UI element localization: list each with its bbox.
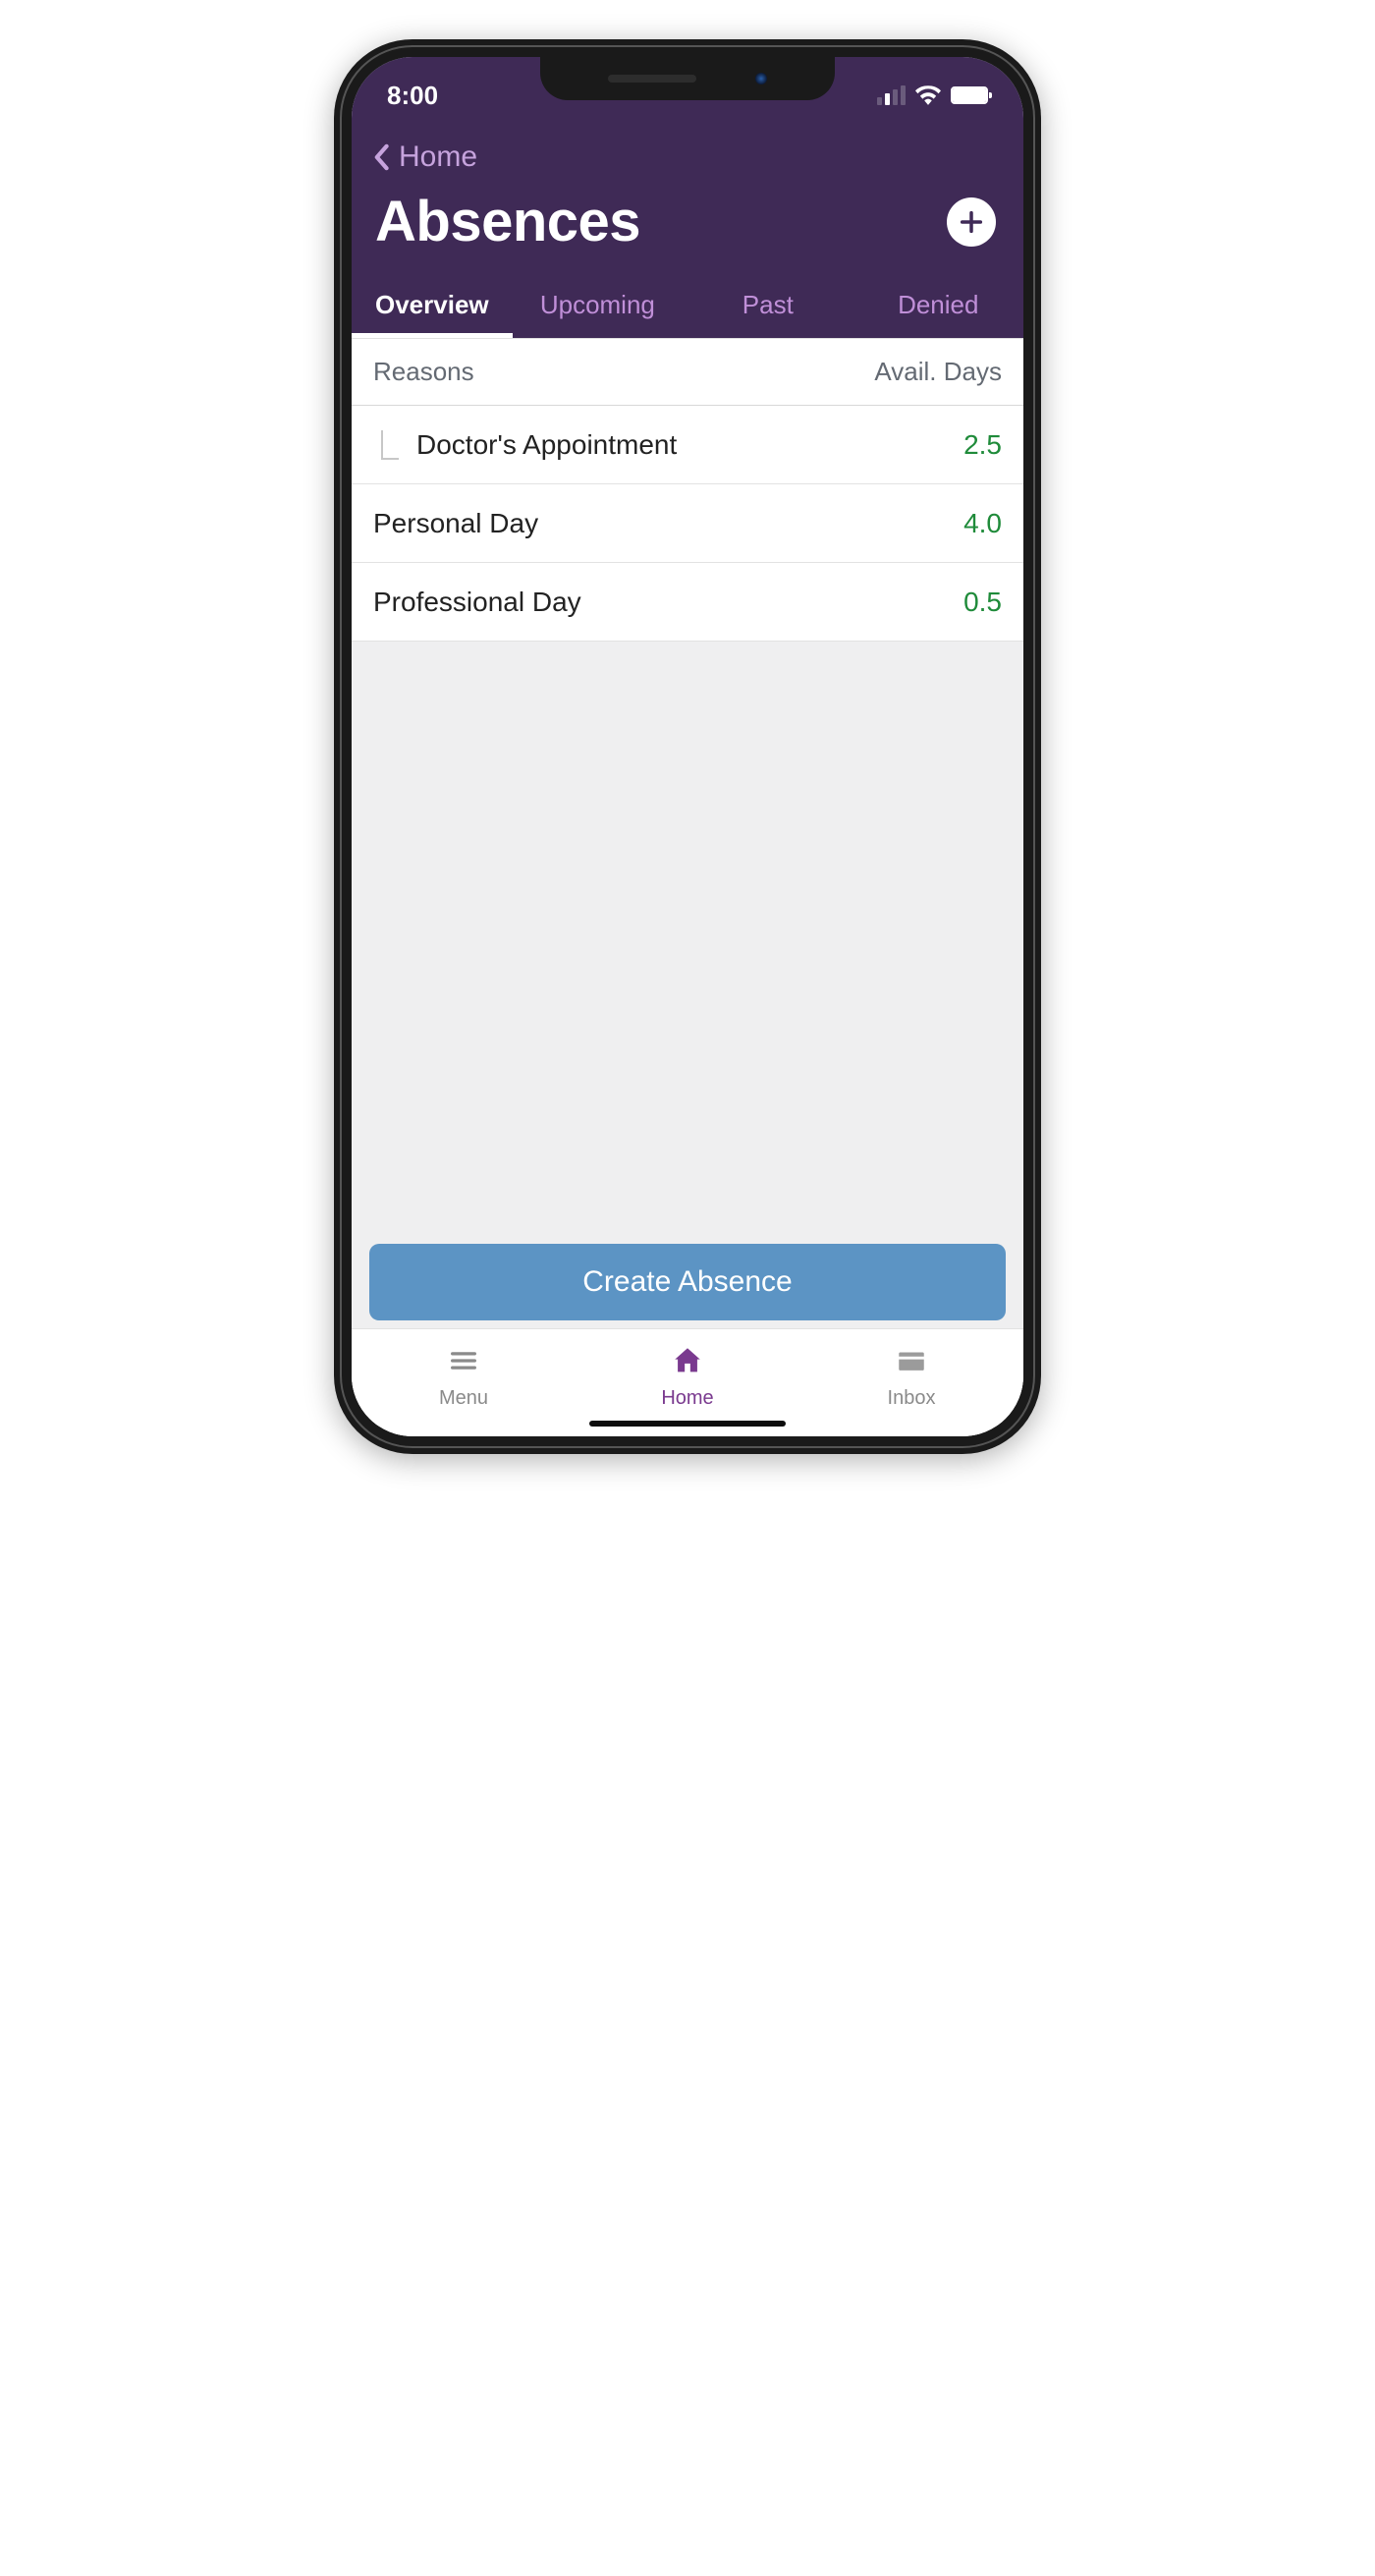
- row-reason: Professional Day: [373, 585, 581, 619]
- back-label: Home: [399, 140, 477, 174]
- phone-frame: 8:00 Home Absences OverviewUpcomingPastD…: [334, 39, 1041, 1454]
- battery-icon: [951, 86, 988, 104]
- add-absence-button[interactable]: [947, 197, 996, 247]
- status-time: 8:00: [387, 81, 438, 111]
- tab-upcoming[interactable]: Upcoming: [513, 278, 683, 338]
- tab-past[interactable]: Past: [683, 278, 852, 338]
- nav-label: Home: [661, 1387, 713, 1410]
- row-value: 2.5: [963, 429, 1002, 461]
- col-header-value: Avail. Days: [874, 357, 1002, 387]
- nav-inbox[interactable]: Inbox: [799, 1329, 1023, 1425]
- row-value: 0.5: [963, 587, 1002, 618]
- spacer: [352, 642, 1023, 1230]
- title-row: Absences: [352, 185, 1023, 262]
- wifi-icon: [915, 85, 941, 105]
- cellular-signal-icon: [877, 85, 906, 105]
- inbox-icon: [893, 1344, 930, 1383]
- table-body: Doctor's Appointment 2.5 Personal Day 4.0 Pr…: [352, 406, 1023, 642]
- front-camera: [755, 73, 767, 84]
- tabs: OverviewUpcomingPastDenied: [352, 262, 1023, 338]
- home-indicator[interactable]: [589, 1421, 786, 1427]
- col-header-reason: Reasons: [373, 357, 474, 387]
- chevron-left-icon: [371, 143, 391, 171]
- row-reason: Doctor's Appointment: [373, 427, 677, 462]
- plus-icon: [958, 208, 985, 236]
- home-icon: [669, 1344, 706, 1383]
- nav-label: Menu: [439, 1387, 488, 1410]
- content-area: Reasons Avail. Days Doctor's Appointment…: [352, 338, 1023, 1436]
- create-button-wrap: Create Absence: [352, 1230, 1023, 1328]
- create-absence-button[interactable]: Create Absence: [369, 1244, 1006, 1320]
- status-indicators: [877, 85, 988, 105]
- notch: [540, 57, 835, 100]
- page-title: Absences: [375, 189, 640, 254]
- table-row[interactable]: Doctor's Appointment 2.5: [352, 406, 1023, 484]
- table-header: Reasons Avail. Days: [352, 338, 1023, 406]
- tab-overview[interactable]: Overview: [352, 278, 513, 338]
- table-row[interactable]: Personal Day 4.0: [352, 484, 1023, 563]
- table-row[interactable]: Professional Day 0.5: [352, 563, 1023, 642]
- back-button[interactable]: Home: [352, 130, 1023, 185]
- row-value: 4.0: [963, 508, 1002, 539]
- nav-label: Inbox: [888, 1387, 936, 1410]
- menu-icon: [445, 1344, 482, 1383]
- row-reason: Personal Day: [373, 506, 538, 540]
- nav-menu[interactable]: Menu: [352, 1329, 576, 1425]
- nav-home[interactable]: Home: [576, 1329, 799, 1425]
- screen: 8:00 Home Absences OverviewUpcomingPastD…: [352, 57, 1023, 1436]
- speaker-slot: [608, 75, 696, 83]
- tab-denied[interactable]: Denied: [853, 278, 1023, 338]
